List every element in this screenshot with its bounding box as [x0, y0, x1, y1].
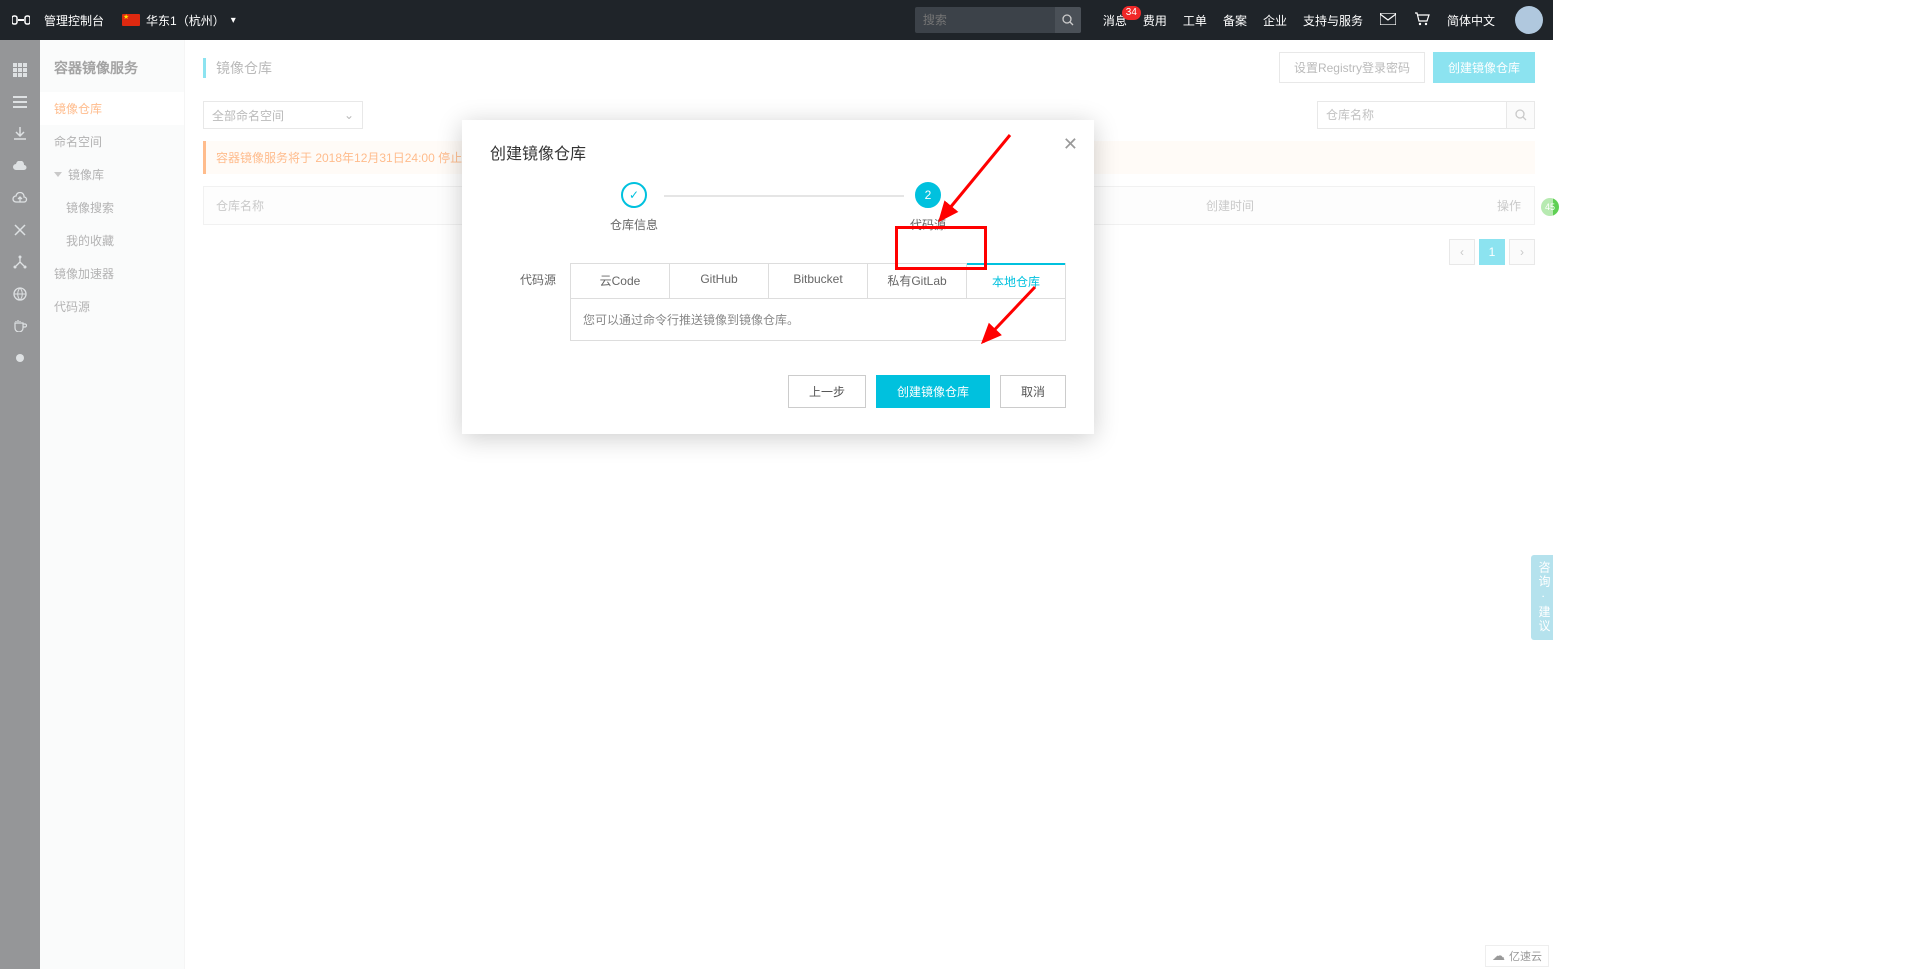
modal-create-button[interactable]: 创建镜像仓库 — [876, 375, 990, 408]
step-2: 2 代码源 — [910, 182, 946, 233]
modal-actions: 上一步 创建镜像仓库 取消 — [490, 375, 1066, 408]
topbar: 管理控制台 华东1（杭州） ▾ 消息 34 费用 工单 备案 企业 支持与服务 … — [0, 0, 1553, 40]
global-search-button[interactable] — [1055, 7, 1081, 33]
messages-badge: 34 — [1122, 6, 1141, 20]
tab-local-repo[interactable]: 本地仓库 — [967, 263, 1065, 298]
modal-title: 创建镜像仓库 — [490, 140, 1066, 164]
nav-messages[interactable]: 消息 34 — [1103, 12, 1127, 29]
modal-steps: 仓库信息 2 代码源 — [490, 182, 1066, 233]
region-selector[interactable]: 华东1（杭州） ▾ — [146, 12, 236, 29]
tab-private-gitlab[interactable]: 私有GitLab — [868, 264, 967, 298]
brand-logo-icon[interactable] — [10, 9, 32, 31]
nav-cost[interactable]: 费用 — [1143, 12, 1167, 29]
chevron-down-icon: ▾ — [231, 15, 236, 26]
codesource-tabs: 云Code GitHub Bitbucket 私有GitLab 本地仓库 — [570, 263, 1066, 299]
tab-github[interactable]: GitHub — [670, 264, 769, 298]
modal-cancel-button[interactable]: 取消 — [1000, 375, 1066, 408]
tab-yuncode[interactable]: 云Code — [571, 264, 670, 298]
console-label[interactable]: 管理控制台 — [44, 12, 104, 29]
step-2-circle: 2 — [915, 182, 941, 208]
watermark-cloud-icon: ☁ — [1492, 948, 1505, 964]
form-label-codesource: 代码源 — [490, 263, 570, 341]
step-1-check-icon — [621, 182, 647, 208]
step-2-label: 代码源 — [910, 216, 946, 233]
tab-bitbucket[interactable]: Bitbucket — [769, 264, 868, 298]
search-icon — [1062, 14, 1074, 26]
step-connector — [664, 195, 904, 197]
nav-lang[interactable]: 简体中文 — [1447, 12, 1495, 29]
modal-close-icon[interactable]: ✕ — [1063, 134, 1078, 155]
watermark-text: 亿速云 — [1509, 948, 1542, 964]
global-search — [915, 7, 1081, 33]
modal-prev-button[interactable]: 上一步 — [788, 375, 866, 408]
step-1: 仓库信息 — [610, 182, 658, 233]
nav-tickets[interactable]: 工单 — [1183, 12, 1207, 29]
nav-enterprise[interactable]: 企业 — [1263, 12, 1287, 29]
form-row-codesource: 代码源 云Code GitHub Bitbucket 私有GitLab 本地仓库… — [490, 263, 1066, 341]
user-avatar[interactable] — [1515, 6, 1543, 34]
watermark: ☁ 亿速云 — [1485, 945, 1549, 967]
nav-beian[interactable]: 备案 — [1223, 12, 1247, 29]
region-flag-icon — [122, 14, 140, 26]
tab-pane-local: 您可以通过命令行推送镜像到镜像仓库。 — [570, 299, 1066, 341]
region-name: 华东1（杭州） — [146, 12, 225, 29]
mail-icon[interactable] — [1377, 13, 1399, 28]
create-repo-modal: ✕ 创建镜像仓库 仓库信息 2 代码源 代码源 云Code GitHub Bit… — [462, 120, 1094, 434]
nav-support[interactable]: 支持与服务 — [1303, 12, 1363, 29]
cart-icon[interactable] — [1411, 12, 1433, 29]
global-search-input[interactable] — [915, 13, 1055, 27]
step-1-label: 仓库信息 — [610, 216, 658, 233]
